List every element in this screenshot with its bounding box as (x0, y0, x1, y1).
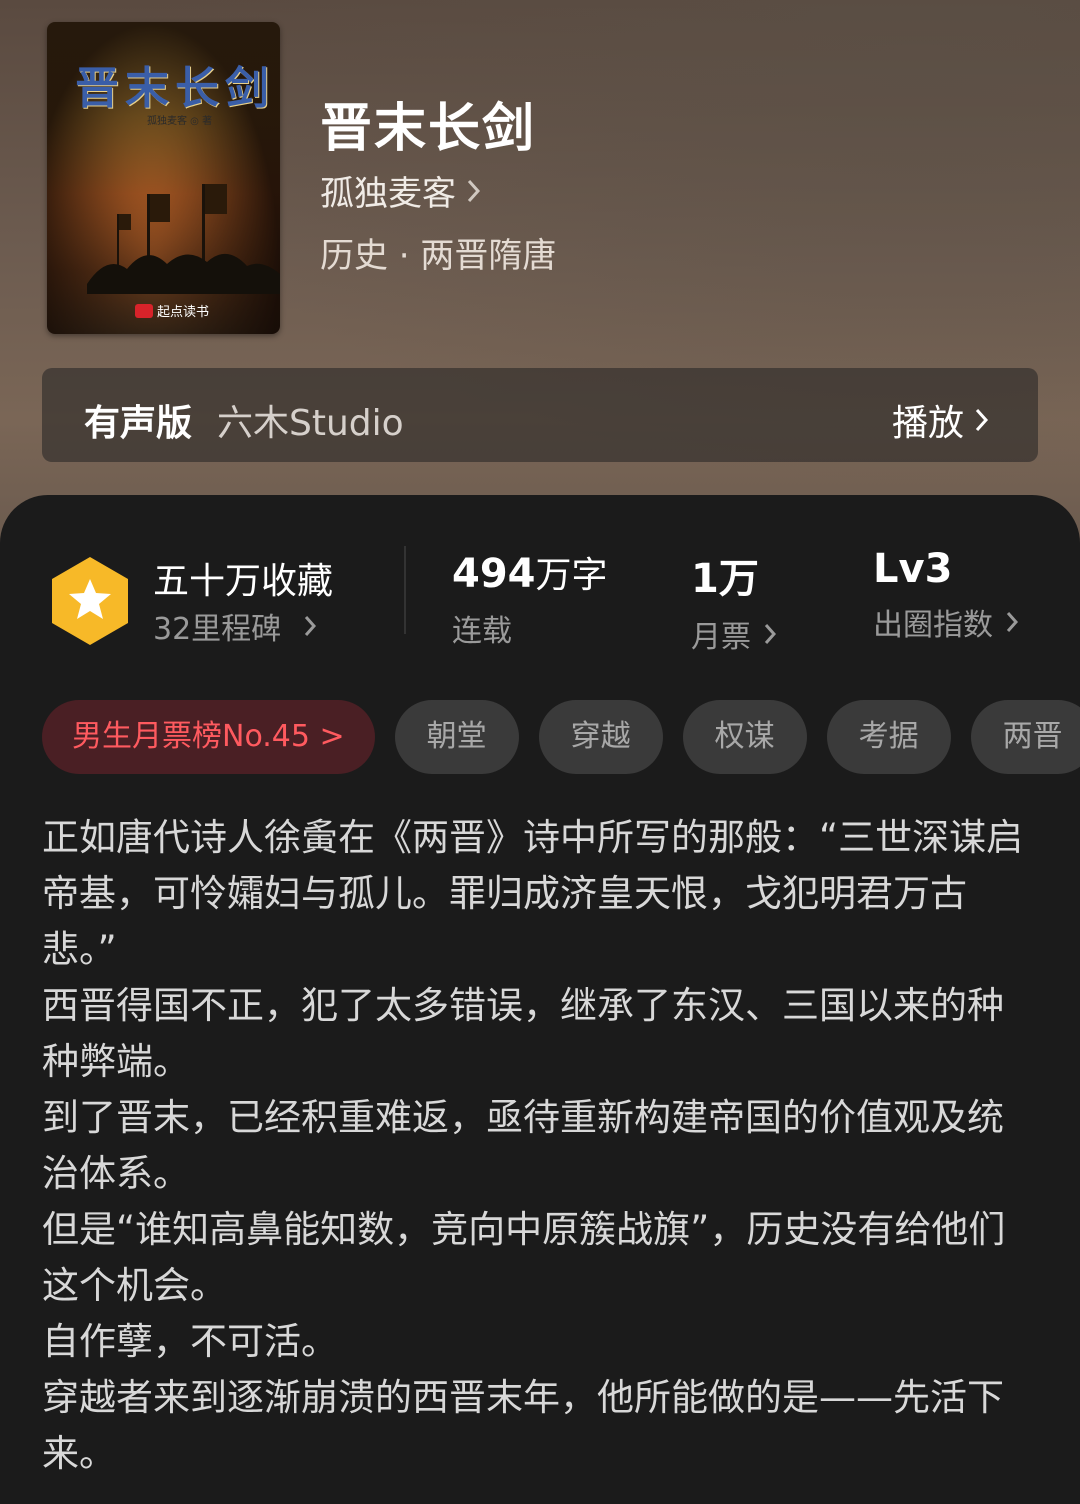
book-header: 晋末长剑 孤独麦客 ◎ 著 起点读书 晋末长剑 孤独麦客 历史 · 两晋隋唐 (0, 0, 1080, 560)
tag-list: 男生月票榜No.45 > 朝堂 穿越 权谋 考据 两晋 (42, 700, 1080, 774)
tag-chip[interactable]: 朝堂 (394, 700, 519, 774)
word-count-number: 494 (452, 551, 536, 597)
tag-chip[interactable]: 穿越 (538, 700, 663, 774)
collect-count: 五十万收藏 (153, 561, 334, 602)
author-name: 孤独麦客 (320, 174, 456, 214)
description-paragraph: 但是“谁知高鼻能知数，竞向中原簇战旗”，历史没有给他们这个机会。 (42, 1208, 1006, 1307)
book-genre: 历史 · 两晋隋唐 (320, 236, 557, 276)
description-paragraph: 正如唐代诗人徐夤在《两晋》诗中所写的那般：“三世深谋启帝基，可怜孀妇与孤儿。罪归… (42, 816, 1024, 971)
play-label: 播放 (891, 403, 964, 444)
audio-label: 有声版 (84, 403, 193, 444)
popularity-label: 出圈指数 (873, 608, 993, 643)
monthly-ticket-label: 月票 (691, 620, 751, 655)
book-title: 晋末长剑 (320, 98, 537, 159)
publisher-logo: 起点读书 (135, 301, 209, 320)
monthly-ticket-stat[interactable]: 1万 月票 (691, 546, 777, 656)
popularity-level: Lv3 (873, 546, 953, 592)
stat-divider (404, 546, 406, 634)
book-description[interactable]: 正如唐代诗人徐夤在《两晋》诗中所写的那般：“三世深谋启帝基，可怜孀妇与孤儿。罪归… (42, 810, 1032, 1482)
chevron-right-icon (467, 179, 481, 202)
description-paragraph: 穿越者来到逐渐崩溃的西晋末年，他所能做的是——先活下来。 (42, 1376, 1004, 1475)
popularity-index-stat[interactable]: Lv3 出圈指数 (873, 546, 1019, 644)
chevron-right-icon (305, 616, 317, 636)
tag-chip[interactable]: 两晋 (970, 700, 1080, 774)
monthly-ticket-count: 1万 (691, 556, 759, 602)
cover-army-illustration (87, 184, 280, 294)
tag-chip[interactable]: 权谋 (682, 700, 807, 774)
chevron-right-icon (975, 408, 989, 432)
rank-tag[interactable]: 男生月票榜No.45 > (42, 700, 375, 774)
audio-version-bar[interactable]: 有声版 六木Studio 播放 (42, 368, 1038, 462)
description-paragraph: 西晋得国不正，犯了太多错误，继承了东汉、三国以来的种种弊端。 (42, 984, 1004, 1083)
serial-status: 连载 (452, 614, 512, 649)
publisher-logo-text: 起点读书 (157, 305, 210, 320)
publisher-logo-icon (135, 303, 153, 318)
cover-title: 晋末长剑 (75, 63, 275, 114)
chevron-right-icon (764, 624, 777, 644)
chevron-right-icon (1006, 612, 1019, 632)
word-count-unit: 万字 (535, 555, 608, 596)
play-button[interactable]: 播放 (892, 394, 990, 446)
cover-author: 孤独麦客 ◎ 著 (147, 116, 213, 127)
milestone-link[interactable]: 32里程碑 (153, 604, 317, 648)
milestone-label: 32里程碑 (153, 612, 282, 647)
star-hexagon-icon (52, 557, 128, 645)
description-paragraph: 到了晋末，已经积重难返，亟待重新构建帝国的价值观及统治体系。 (42, 1096, 1004, 1195)
description-paragraph: 自作孽，不可活。 (42, 1320, 338, 1363)
author-link[interactable]: 孤独麦客 (320, 166, 482, 215)
word-count-stat: 494万字 连载 (452, 546, 608, 650)
book-cover[interactable]: 晋末长剑 孤独麦客 ◎ 著 起点读书 (47, 22, 280, 334)
audio-studio: 六木Studio (217, 403, 404, 444)
tag-chip[interactable]: 考据 (826, 700, 951, 774)
